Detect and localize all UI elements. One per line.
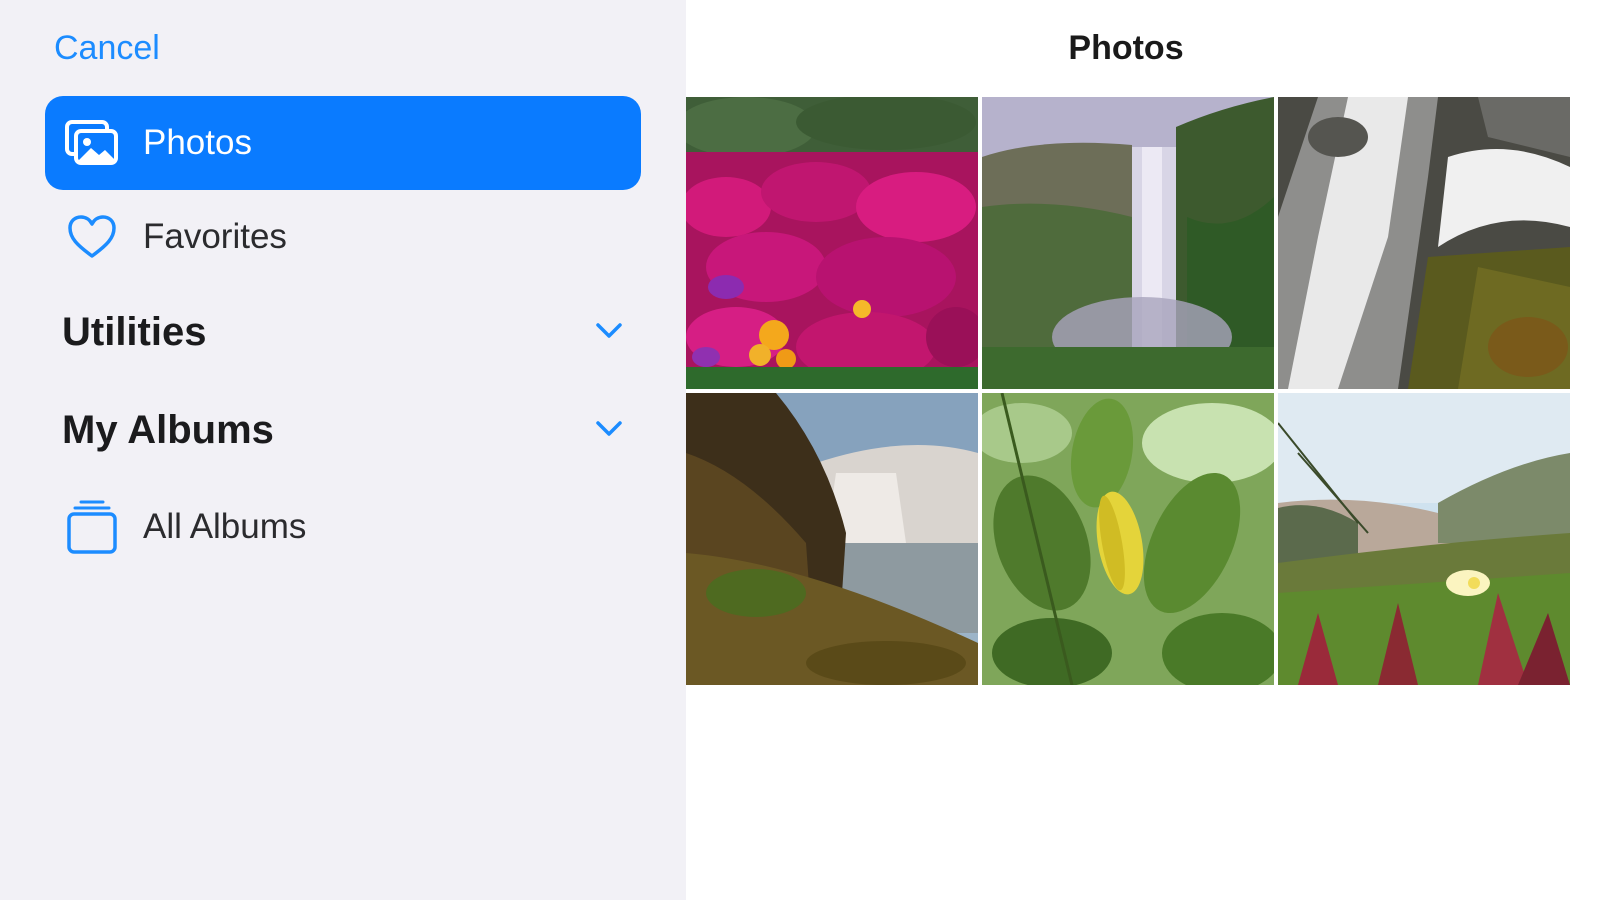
sidebar-item-label: Photos bbox=[143, 123, 252, 162]
section-title: My Albums bbox=[62, 407, 274, 452]
section-header-my-albums[interactable]: My Albums bbox=[62, 400, 630, 460]
sidebar-item-all-albums[interactable]: All Albums bbox=[45, 480, 641, 574]
thumbnail-waterfall-closeup[interactable] bbox=[1278, 97, 1570, 389]
sidebar: Cancel Photos Favorites Utilities My Alb… bbox=[0, 0, 686, 900]
main-content: Photos bbox=[686, 0, 1599, 900]
sidebar-item-favorites[interactable]: Favorites bbox=[45, 190, 641, 284]
cancel-button[interactable]: Cancel bbox=[54, 28, 160, 68]
photo-grid bbox=[686, 97, 1599, 697]
heart-icon bbox=[65, 212, 119, 262]
section-title: Utilities bbox=[62, 309, 207, 354]
photo-picker-window: Cancel Photos Favorites Utilities My Alb… bbox=[0, 0, 1599, 900]
sidebar-item-label: All Albums bbox=[143, 507, 307, 546]
thumbnail-waterfall-rocks[interactable] bbox=[686, 393, 978, 685]
thumbnail-coastal-grass[interactable] bbox=[1278, 393, 1570, 685]
chevron-down-icon bbox=[594, 414, 624, 444]
page-title: Photos bbox=[1068, 29, 1184, 67]
chevron-down-icon bbox=[594, 316, 624, 346]
albums-stack-icon bbox=[65, 500, 119, 554]
photos-icon bbox=[65, 118, 119, 168]
thumbnail-green-leaves[interactable] bbox=[982, 393, 1274, 685]
sidebar-item-photos[interactable]: Photos bbox=[45, 96, 641, 190]
sidebar-item-label: Favorites bbox=[143, 217, 287, 256]
thumbnail-waterfall-cliff[interactable] bbox=[982, 97, 1274, 389]
thumbnail-pink-flowers[interactable] bbox=[686, 97, 978, 389]
section-header-utilities[interactable]: Utilities bbox=[62, 302, 630, 362]
